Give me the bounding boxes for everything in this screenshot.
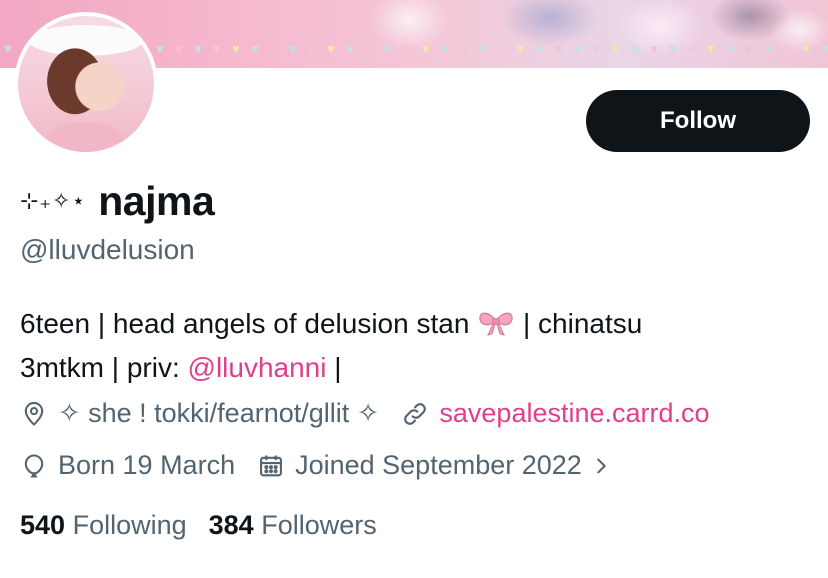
bio-line2-prefix: 3mtkm | priv: — [20, 352, 188, 383]
banner-heart-icon: ♥ — [707, 41, 715, 56]
link-icon — [404, 402, 427, 425]
banner-heart-icon: ♥ — [308, 41, 316, 56]
bio-line1-tail: | chinatsu — [515, 308, 643, 339]
balloon-icon — [24, 453, 44, 478]
follow-stats: 540 Following 384 Followers — [20, 510, 399, 541]
followers-label: Followers — [261, 510, 377, 540]
banner-heart-icon: ♥ — [726, 41, 734, 56]
location-pin-icon — [24, 401, 44, 426]
banner-heart-icon: ♥ — [821, 41, 828, 56]
birthday-item: Born 19 March — [20, 450, 235, 481]
joined-text: Joined September 2022 — [295, 450, 582, 480]
bio-mention-link[interactable]: @lluvhanni — [188, 352, 327, 383]
profile-meta-row-1: ✧ she ! tokki/fearnot/gllit ✧ savepalest… — [20, 398, 732, 429]
banner-heart-icon: ♥ — [384, 41, 392, 56]
calendar-icon — [260, 455, 283, 476]
banner-heart-icon: ♥ — [156, 41, 164, 56]
banner-heart-icon: ♥ — [802, 41, 810, 56]
banner-heart-icon: ♥ — [574, 41, 582, 56]
banner-heart-icon: ♥ — [441, 41, 449, 56]
banner-heart-icon: ♥ — [593, 41, 601, 56]
banner-heart-icon: ♥ — [536, 41, 544, 56]
banner-heart-icon: ♥ — [346, 41, 354, 56]
banner-heart-icon: ♥ — [783, 41, 791, 56]
banner-heart-icon: ♥ — [327, 41, 335, 56]
banner-heart-icon: ♥ — [517, 41, 525, 56]
location-item: ✧ she ! tokki/fearnot/gllit ✧ — [20, 398, 379, 429]
banner-heart-icon: ♥ — [460, 41, 468, 56]
profile-meta-row-2: Born 19 March Joined September 2022 — [20, 450, 634, 481]
display-name: najma — [98, 178, 215, 224]
banner-heart-icon: ♥ — [631, 41, 639, 56]
website-link[interactable]: savepalestine.carrd.co — [439, 398, 709, 429]
banner-heart-icon: ♥ — [688, 41, 696, 56]
bio-line2-suffix: | — [326, 352, 342, 383]
banner-heart-icon: ♥ — [365, 41, 373, 56]
following-count: 540 — [20, 510, 66, 540]
banner-heart-icon: ♥ — [213, 41, 221, 56]
name-decoration: ⊹₊✧⋆ — [20, 189, 87, 214]
banner-heart-icon: ♥ — [270, 41, 278, 56]
user-handle: @lluvdelusion — [20, 234, 195, 265]
banner-heart-icon: ♥ — [403, 41, 411, 56]
following-label: Following — [72, 510, 187, 540]
banner-heart-icon: ♥ — [650, 41, 658, 56]
display-name-row: ⊹₊✧⋆ najma — [20, 178, 215, 225]
banner-heart-icon: ♥ — [4, 41, 12, 56]
banner-heart-icon: ♥ — [612, 41, 620, 56]
follow-button[interactable]: Follow — [586, 90, 810, 152]
birthday-text: Born 19 March — [58, 450, 236, 480]
banner-heart-icon: ♥ — [669, 41, 677, 56]
bio-line1-text: 6teen | head angels of delusion stan — [20, 308, 478, 339]
location-text: ✧ she ! tokki/fearnot/gllit ✧ — [58, 398, 380, 428]
website-item[interactable]: savepalestine.carrd.co — [401, 398, 710, 429]
banner-heart-icon: ♥ — [555, 41, 563, 56]
banner-heart-icon: ♥ — [232, 41, 240, 56]
banner-heart-icon: ♥ — [479, 41, 487, 56]
banner-heart-icon: ♥ — [498, 41, 506, 56]
banner-heart-icon: ♥ — [251, 41, 259, 56]
followers-stat[interactable]: 384 Followers — [209, 510, 377, 541]
following-stat[interactable]: 540 Following — [20, 510, 187, 541]
banner-heart-icon: ♥ — [194, 41, 202, 56]
banner-heart-icon: ♥ — [764, 41, 772, 56]
banner-heart-icon: ♥ — [175, 41, 183, 56]
followers-count: 384 — [208, 510, 254, 540]
profile-bio: 6teen | head angels of delusion stan | c… — [20, 302, 800, 390]
banner-heart-icon: ♥ — [745, 41, 753, 56]
joined-item[interactable]: Joined September 2022 — [257, 450, 612, 481]
ribbon-emoji-icon — [479, 312, 513, 336]
chevron-right-icon[interactable] — [590, 455, 612, 477]
avatar-photo — [18, 16, 154, 152]
banner-heart-icon: ♥ — [289, 41, 297, 56]
banner-heart-icon: ♥ — [422, 41, 430, 56]
profile-avatar[interactable] — [14, 12, 158, 156]
